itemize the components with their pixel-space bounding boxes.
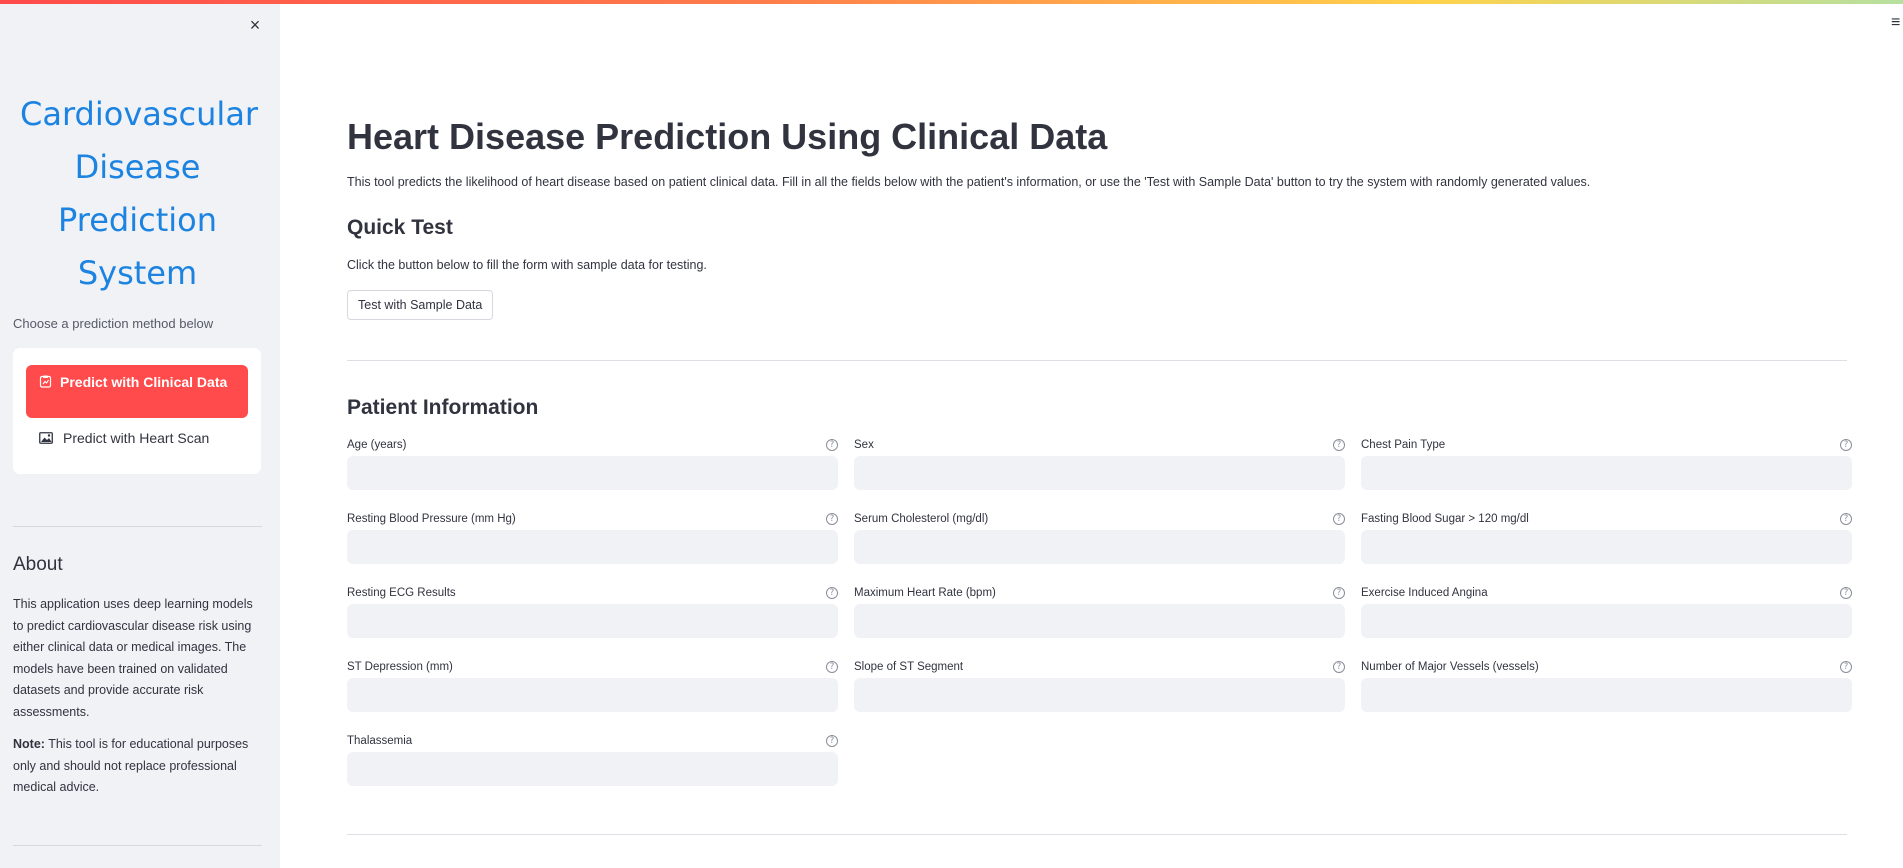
page-title: Heart Disease Prediction Using Clinical … (347, 116, 1108, 157)
field-label: Fasting Blood Sugar > 120 mg/dl (1361, 513, 1529, 525)
slope-of-st-segment-input[interactable] (854, 678, 1345, 712)
sidebar: × Cardiovascular Disease Prediction Syst… (0, 0, 280, 868)
quick-test-description: Click the button below to fill the form … (347, 258, 707, 272)
sidebar-divider (13, 845, 262, 846)
resting-blood-pressure-mm-hg-input[interactable] (347, 530, 838, 564)
field-label: Age (years) (347, 439, 407, 451)
field-label: Slope of ST Segment (854, 661, 964, 673)
sex-input[interactable] (854, 456, 1345, 490)
clipboard-icon (39, 374, 52, 388)
help-icon[interactable]: ? (1333, 587, 1345, 599)
help-icon[interactable]: ? (826, 661, 838, 673)
top-decoration-bar (0, 0, 1903, 4)
section-divider (347, 834, 1847, 835)
sidebar-divider (13, 526, 262, 527)
field-label: Resting Blood Pressure (mm Hg) (347, 513, 516, 525)
help-icon[interactable]: ? (1840, 661, 1852, 673)
help-icon[interactable]: ? (826, 735, 838, 747)
choose-method-text: Choose a prediction method below (13, 316, 214, 331)
field-label: Maximum Heart Rate (bpm) (854, 587, 996, 599)
field-label: Sex (854, 439, 874, 451)
resting-ecg-results-input[interactable] (347, 604, 838, 638)
fasting-blood-sugar-120-mg-dl-input[interactable] (1361, 530, 1852, 564)
note-text: Note: This tool is for educational purpo… (13, 734, 261, 799)
thalassemia-input[interactable] (347, 752, 838, 786)
intro-text: This tool predicts the likelihood of hea… (347, 175, 1591, 189)
number-of-major-vessels-vessels-input[interactable] (1361, 678, 1852, 712)
age-years-input[interactable] (347, 456, 838, 490)
exercise-induced-angina-input[interactable] (1361, 604, 1852, 638)
help-icon[interactable]: ? (1333, 661, 1345, 673)
section-divider (347, 360, 1847, 361)
close-sidebar-icon[interactable]: × (246, 16, 264, 34)
menu-item-heart-scan[interactable]: Predict with Heart Scan (39, 430, 209, 446)
note-label: Note: (13, 737, 45, 751)
help-icon[interactable]: ? (826, 587, 838, 599)
menu-item-clinical-data[interactable]: Predict with Clinical Data (26, 365, 248, 418)
field-label: Exercise Induced Angina (1361, 587, 1488, 599)
help-icon[interactable]: ? (1333, 439, 1345, 451)
field-label: Resting ECG Results (347, 587, 456, 599)
about-text: This application uses deep learning mode… (13, 597, 253, 719)
help-icon[interactable]: ? (1840, 587, 1852, 599)
st-depression-mm-input[interactable] (347, 678, 838, 712)
image-icon (39, 431, 53, 444)
app-title: Cardiovascular Disease Prediction System (20, 95, 259, 292)
help-icon[interactable]: ? (826, 439, 838, 451)
navigation-menu: Predict with Clinical Data Predict with … (13, 348, 261, 474)
menu-item-label: Predict with Clinical Data (60, 374, 228, 390)
help-icon[interactable]: ? (826, 513, 838, 525)
help-icon[interactable]: ? (1840, 513, 1852, 525)
field-label: Serum Cholesterol (mg/dl) (854, 513, 989, 525)
field-label: ST Depression (mm) (347, 661, 453, 673)
test-with-sample-data-button[interactable]: Test with Sample Data (347, 290, 494, 320)
menu-item-label: Predict with Heart Scan (63, 430, 210, 446)
maximum-heart-rate-bpm-input[interactable] (854, 604, 1345, 638)
serum-cholesterol-mg-dl-input[interactable] (854, 530, 1345, 564)
quick-test-heading: Quick Test (347, 216, 453, 239)
main-menu-icon[interactable]: ≡ (1891, 14, 1900, 32)
patient-information-heading: Patient Information (347, 396, 539, 419)
field-label: Number of Major Vessels (vessels) (1361, 661, 1539, 673)
help-icon[interactable]: ? (1333, 513, 1345, 525)
chest-pain-type-input[interactable] (1361, 456, 1852, 490)
field-label: Thalassemia (347, 735, 413, 747)
note-body: This tool is for educational purposes on… (13, 737, 249, 794)
help-icon[interactable]: ? (1840, 439, 1852, 451)
field-label: Chest Pain Type (1361, 439, 1446, 451)
about-heading: About (13, 554, 63, 575)
